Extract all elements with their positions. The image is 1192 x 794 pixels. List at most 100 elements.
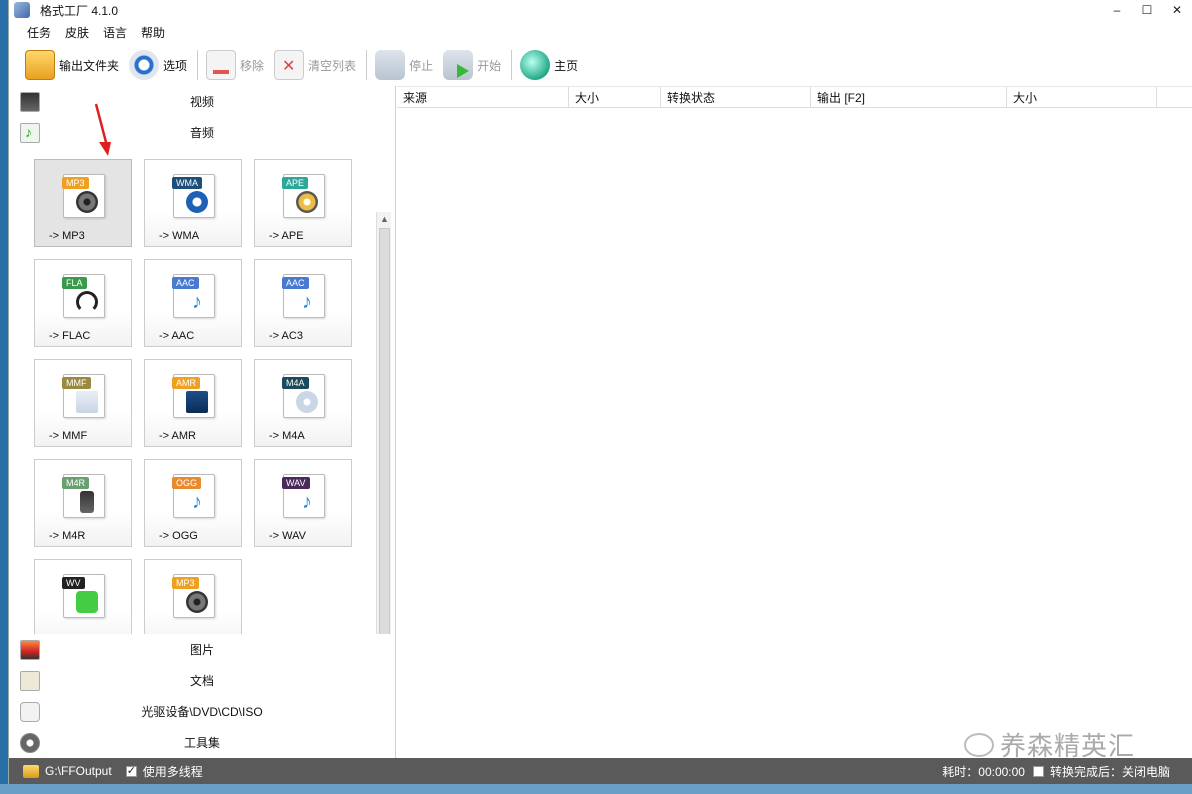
format-badge: M4A <box>282 377 309 389</box>
format-ape-tile[interactable]: APE -> APE <box>254 159 352 247</box>
toolbar-divider <box>197 50 199 80</box>
headphones-icon <box>76 291 98 313</box>
category-disc[interactable]: 光驱设备\DVD\CD\ISO <box>9 696 395 727</box>
category-video[interactable]: 视频 <box>9 86 395 117</box>
multithread-checkbox[interactable] <box>125 764 137 777</box>
music-note-icon <box>296 291 318 313</box>
music-note-icon <box>296 491 318 513</box>
category-tools-label: 工具集 <box>183 736 220 750</box>
format-badge: WMA <box>172 177 202 189</box>
status-bar: G:\FFOutput 使用多线程 耗时：00:00:00 转换完成后：关闭电脑 <box>9 758 1192 784</box>
format-mp3-tile[interactable]: MP3 -> MP3 <box>34 159 132 247</box>
format-wav-tile[interactable]: WAV -> WAV <box>254 459 352 547</box>
clear-list-icon <box>274 50 305 80</box>
format-badge: M4R <box>62 477 90 489</box>
format-badge: AAC <box>172 277 199 289</box>
cd-icon <box>296 391 318 413</box>
format-ac3-tile[interactable]: AAC -> AC3 <box>254 259 352 347</box>
play-icon <box>186 191 208 213</box>
elapsed-time: 耗时：00:00:00 <box>942 764 1025 779</box>
close-button[interactable]: ✕ <box>1162 0 1192 20</box>
stop-button[interactable]: 停止 <box>375 47 433 83</box>
home-button[interactable]: 主页 <box>520 47 578 83</box>
os-taskbar <box>0 784 1192 794</box>
folder-icon <box>25 50 55 80</box>
home-label: 主页 <box>554 58 579 73</box>
output-folder-button[interactable]: 输出文件夹 <box>25 47 119 83</box>
start-label: 开始 <box>477 58 502 73</box>
ape-file-icon: APE <box>282 174 325 218</box>
output-folder-label: 输出文件夹 <box>59 58 120 73</box>
m4r-file-icon: M4R <box>62 474 105 518</box>
format-badge: OGG <box>172 477 202 489</box>
speaker-icon <box>76 191 98 213</box>
format-list-scrollbar[interactable]: ▲ ▼ <box>376 212 391 634</box>
column-output-size[interactable]: 大小 <box>1007 87 1157 107</box>
category-document[interactable]: 文档 <box>9 665 395 696</box>
format-m4a-tile[interactable]: M4A -> M4A <box>254 359 352 447</box>
format-grid: MP3 -> MP3 WMA -> WMA APE -> APE FLA -> … <box>34 159 352 634</box>
format-mp2-tile[interactable]: MP3 <box>144 559 242 634</box>
task-list-panel[interactable]: 来源 大小 转换状态 输出 [F2] 大小 <box>397 86 1192 758</box>
format-badge: FLA <box>62 277 87 289</box>
format-aac-tile[interactable]: AAC -> AAC <box>144 259 242 347</box>
globe-icon <box>520 50 551 80</box>
menu-language[interactable]: 语言 <box>103 24 127 41</box>
after-convert-checkbox[interactable] <box>1032 765 1044 777</box>
column-status[interactable]: 转换状态 <box>661 87 811 107</box>
format-m4r-tile[interactable]: M4R -> M4R <box>34 459 132 547</box>
format-badge: APE <box>282 177 309 189</box>
ac3-file-icon: AAC <box>282 274 325 318</box>
status-right: 耗时：00:00:00 转换完成后：关闭电脑 <box>936 763 1170 780</box>
audio-format-list: MP3 -> MP3 WMA -> WMA APE -> APE FLA -> … <box>9 148 396 634</box>
music-note-icon <box>186 291 208 313</box>
clear-list-button[interactable]: 清空列表 <box>274 47 356 83</box>
format-flac-tile[interactable]: FLA -> FLAC <box>34 259 132 347</box>
format-label: -> WMA <box>159 230 200 242</box>
remove-button[interactable]: 移除 <box>206 47 264 83</box>
format-mmf-tile[interactable]: MMF -> MMF <box>34 359 132 447</box>
menu-task[interactable]: 任务 <box>27 24 51 41</box>
format-badge: MP3 <box>172 577 199 589</box>
window-controls: – ☐ ✕ <box>1102 0 1192 20</box>
menu-skin[interactable]: 皮肤 <box>65 24 89 41</box>
toolbar: 输出文件夹 选项 移除 清空列表 停止 开始 主页 <box>9 44 1192 86</box>
format-badge: MP3 <box>62 177 89 189</box>
format-label: -> M4A <box>269 430 305 442</box>
options-label: 选项 <box>163 58 188 73</box>
flac-file-icon: FLA <box>62 274 105 318</box>
start-button[interactable]: 开始 <box>443 47 501 83</box>
format-badge: WAV <box>282 477 310 489</box>
scrollbar-thumb[interactable] <box>379 228 390 634</box>
mp3-file-icon: MP3 <box>172 574 215 618</box>
format-label: -> WAV <box>269 530 306 542</box>
options-button[interactable]: 选项 <box>129 47 187 83</box>
format-ogg-tile[interactable]: OGG -> OGG <box>144 459 242 547</box>
music-note-icon <box>186 491 208 513</box>
category-audio[interactable]: 音频 <box>9 117 395 148</box>
format-label: -> OGG <box>159 530 198 542</box>
output-path[interactable]: G:\FFOutput <box>45 764 112 778</box>
column-source[interactable]: 来源 <box>397 87 569 107</box>
clear-list-label: 清空列表 <box>308 58 357 73</box>
film-icon <box>20 91 40 112</box>
format-label: -> AMR <box>159 430 196 442</box>
format-badge: WV <box>62 577 85 589</box>
format-amr-tile[interactable]: AMR -> AMR <box>144 359 242 447</box>
category-picture[interactable]: 图片 <box>9 634 395 665</box>
stop-label: 停止 <box>409 58 434 73</box>
menu-help[interactable]: 帮助 <box>141 24 165 41</box>
scroll-up-arrow-icon[interactable]: ▲ <box>377 212 392 227</box>
category-panel: 视频 音频 MP3 -> MP3 WMA <box>9 86 396 758</box>
minimize-button[interactable]: – <box>1102 0 1132 20</box>
column-output[interactable]: 输出 [F2] <box>811 87 1007 107</box>
column-size[interactable]: 大小 <box>569 87 661 107</box>
category-tools[interactable]: 工具集 <box>9 727 395 758</box>
format-wv-tile[interactable]: WV <box>34 559 132 634</box>
format-wma-tile[interactable]: WMA -> WMA <box>144 159 242 247</box>
folder-icon[interactable] <box>23 764 39 778</box>
picture-icon <box>20 639 40 660</box>
format-label: -> FLAC <box>49 330 91 342</box>
maximize-button[interactable]: ☐ <box>1132 0 1162 20</box>
wma-file-icon: WMA <box>172 174 215 218</box>
